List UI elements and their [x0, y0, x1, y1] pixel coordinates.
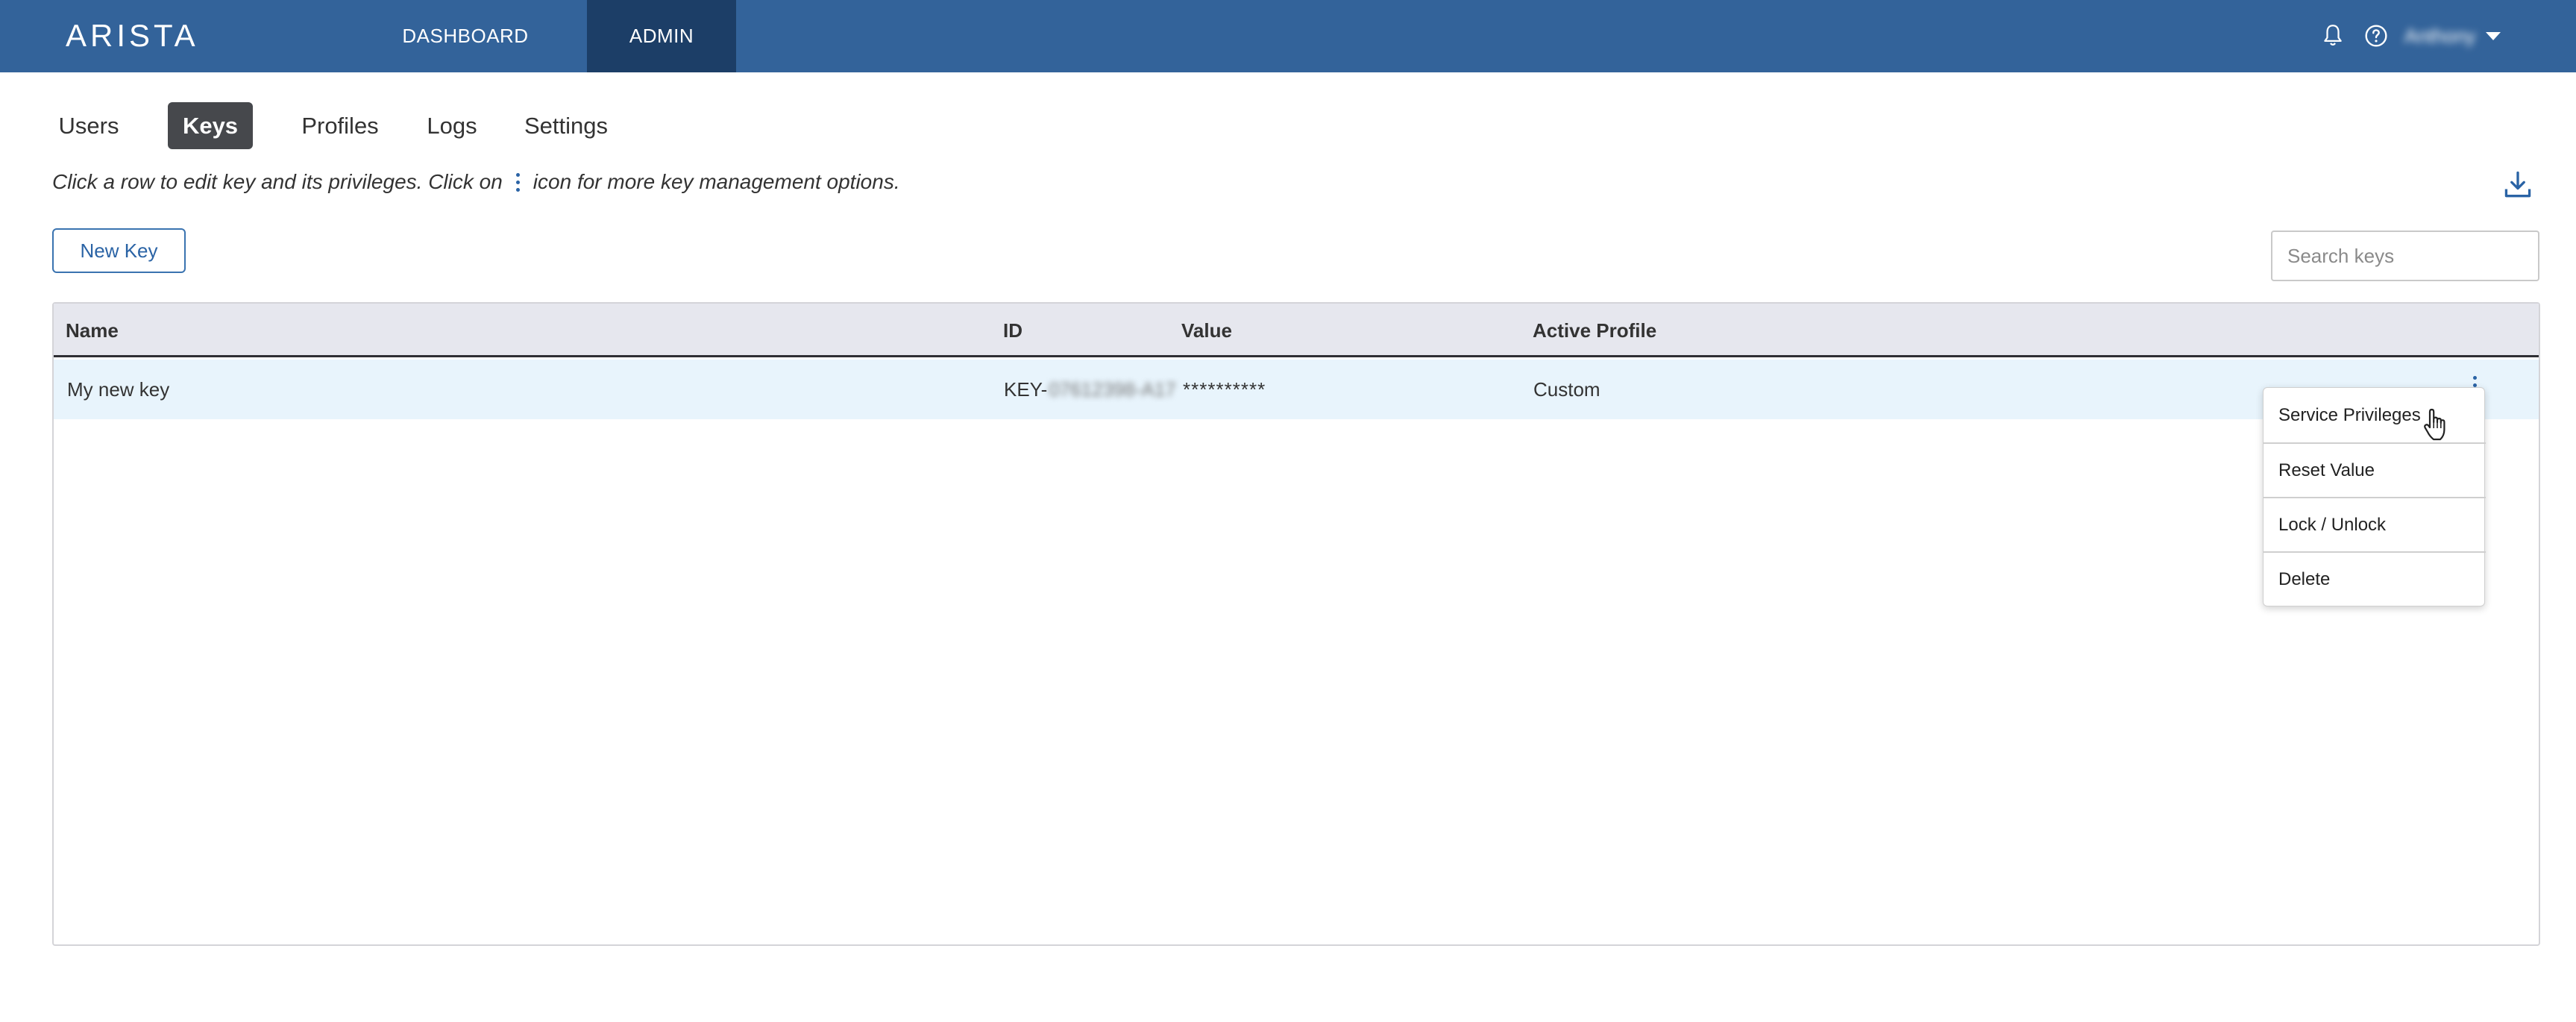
menu-item-service-privileges[interactable]: Service Privileges [2264, 388, 2486, 442]
bell-icon[interactable] [2318, 21, 2348, 51]
caret-down-icon [2486, 31, 2501, 40]
key-id-cell: KEY- 07612398-A17 [1004, 360, 1176, 419]
key-id-redacted: 07612398-A17 [1049, 377, 1176, 401]
menu-item-reset-value[interactable]: Reset Value [2264, 442, 2486, 497]
tab-users[interactable]: Users [49, 102, 128, 149]
tab-profiles[interactable]: Profiles [292, 102, 388, 149]
instruction-text: Click a row to edit key and its privileg… [52, 166, 900, 198]
column-header-name[interactable]: Name [66, 304, 119, 357]
nav-admin[interactable]: ADMIN [587, 0, 736, 72]
help-icon[interactable] [2361, 21, 2391, 51]
key-value-cell: ********** [1183, 377, 1266, 401]
search-keys-input[interactable] [2271, 231, 2539, 281]
top-navigation-bar: ARISTA DASHBOARD ADMIN Anthony [0, 0, 2576, 72]
instruction-text-after: icon for more key management options. [533, 170, 900, 193]
tab-logs[interactable]: Logs [419, 102, 485, 149]
column-header-id[interactable]: ID [1003, 304, 1022, 357]
instruction-text-before: Click a row to edit key and its privileg… [52, 170, 503, 193]
hand-cursor-icon [2421, 407, 2451, 443]
nav-dashboard[interactable]: DASHBOARD [384, 0, 547, 72]
keys-table: Name ID Value Active Profile My new key … [52, 302, 2540, 946]
column-header-active-profile[interactable]: Active Profile [1533, 304, 1656, 357]
new-key-button[interactable]: New Key [52, 228, 186, 273]
menu-item-lock-unlock[interactable]: Lock / Unlock [2264, 497, 2486, 551]
user-menu[interactable]: Anthony [2404, 19, 2501, 52]
active-profile-cell: Custom [1533, 377, 1600, 401]
user-name: Anthony [2404, 24, 2476, 47]
key-context-menu: Service Privileges Reset Value Lock / Un… [2263, 387, 2486, 606]
arista-logo[interactable]: ARISTA [66, 18, 199, 53]
key-name-cell: My new key [67, 377, 170, 401]
table-row[interactable]: My new key KEY- 07612398-A17 ********** … [54, 360, 2539, 419]
table-header: Name ID Value Active Profile [54, 304, 2539, 357]
key-id-prefix: KEY- [1004, 377, 1048, 401]
column-header-value[interactable]: Value [1181, 304, 1232, 357]
menu-item-delete[interactable]: Delete [2264, 551, 2486, 606]
tab-settings[interactable]: Settings [516, 102, 616, 149]
tab-keys[interactable]: Keys [168, 102, 253, 149]
download-icon[interactable] [2501, 169, 2534, 201]
more-options-icon [515, 172, 520, 192]
